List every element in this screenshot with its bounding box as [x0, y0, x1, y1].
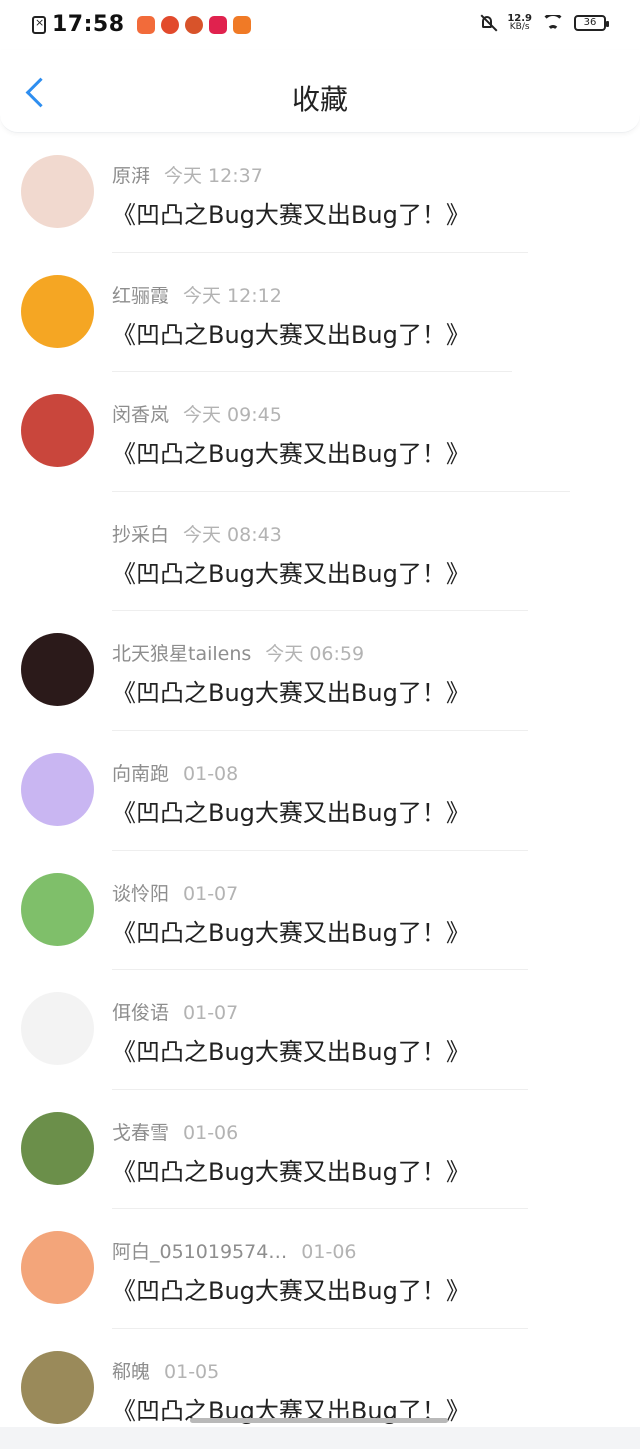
timestamp: 今天 12:37 [164, 165, 263, 187]
status-bar: 17:58 12.9 KB/s 36 [0, 0, 640, 50]
list-item[interactable]: 北天狼星tailens 今天 06:59 《凹凸之Bug大赛又出Bug了！》 [0, 611, 640, 731]
favorites-list: 原湃 今天 12:37 《凹凸之Bug大赛又出Bug了！》 红骊霞 今天 12:12 《凹… [0, 133, 640, 1449]
list-item[interactable]: 佴俊语 01-07 《凹凸之Bug大赛又出Bug了！》 [0, 970, 640, 1090]
list-item[interactable]: 谈怜阳 01-07 《凹凸之Bug大赛又出Bug了！》 [0, 851, 640, 971]
timestamp: 今天 12:12 [183, 284, 282, 307]
app-notification-icon [232, 15, 251, 34]
user-name[interactable]: 抄采白 [112, 524, 169, 546]
avatar[interactable] [21, 513, 94, 587]
avatar[interactable] [21, 633, 94, 707]
list-item[interactable]: 戈春雪 01-06 《凹凸之Bug大赛又出Bug了！》 [0, 1090, 640, 1210]
favorite-content[interactable]: 《凹凸之Bug大赛又出Bug了！》 [112, 315, 470, 350]
list-item[interactable]: 向南跑 01-08 《凹凸之Bug大赛又出Bug了！》 [0, 731, 640, 851]
timestamp: 01-08 [183, 762, 239, 785]
wifi-icon [542, 15, 564, 31]
user-name[interactable]: 北天狼星tailens [112, 643, 251, 665]
timestamp: 01-05 [164, 1360, 220, 1383]
app-notification-icon [136, 15, 155, 34]
user-name[interactable]: 闵香岚 [112, 404, 169, 426]
bell-off-icon [479, 14, 497, 32]
avatar[interactable] [21, 752, 94, 826]
favorite-content[interactable]: 《凹凸之Bug大赛又出Bug了！》 [112, 1152, 470, 1187]
avatar[interactable] [21, 872, 94, 946]
timestamp: 01-06 [183, 1121, 239, 1144]
list-item[interactable]: 郗魄 01-05 《凹凸之Bug大赛又出Bug了！》 [0, 1329, 640, 1449]
status-time: 17:58 [52, 12, 125, 37]
app-notification-icon [160, 15, 179, 34]
timestamp: 01-07 [183, 882, 239, 905]
timestamp: 01-07 [183, 1002, 239, 1025]
user-name[interactable]: 向南跑 [112, 763, 169, 785]
favorite-content[interactable]: 《凹凸之Bug大赛又出Bug了！》 [112, 1032, 470, 1067]
list-item[interactable]: 闵香岚 今天 09:45 《凹凸之Bug大赛又出Bug了！》 [0, 372, 640, 492]
avatar[interactable] [21, 155, 94, 228]
timestamp: 今天 06:59 [265, 643, 365, 666]
page-title: 收藏 [291, 83, 348, 116]
network-speed: 12.9 KB/s [507, 13, 532, 32]
avatar[interactable] [21, 1231, 94, 1305]
timestamp: 01-06 [301, 1241, 357, 1264]
home-indicator[interactable] [190, 1418, 448, 1423]
user-name[interactable]: 郗魄 [112, 1361, 150, 1383]
timestamp: 今天 09:45 [183, 404, 282, 427]
user-name[interactable]: 佴俊语 [112, 1002, 169, 1024]
list-item[interactable]: 抄采白 今天 08:43 《凹凸之Bug大赛又出Bug了！》 [0, 492, 640, 612]
user-name[interactable]: 戈春雪 [112, 1122, 169, 1144]
user-name[interactable]: 谈怜阳 [112, 883, 169, 905]
battery-icon: 36 [574, 15, 609, 31]
favorites-screen: 17:58 12.9 KB/s 36 收藏 原湃今天 12:37 《凹凸之Bug大… [0, 0, 640, 1427]
list-item[interactable]: 原湃 今天 12:37 《凹凸之Bug大赛又出Bug了！》 [0, 133, 640, 253]
favorite-content[interactable]: 《凹凸之Bug大赛又出Bug了！》 [112, 1271, 470, 1306]
user-name[interactable]: 红骊霞 [112, 285, 169, 307]
avatar[interactable] [21, 1350, 94, 1424]
favorite-content[interactable]: 《凹凸之Bug大赛又出Bug了！》 [112, 195, 470, 230]
top-bar: 收藏 [0, 50, 640, 133]
favorite-content[interactable]: 《凹凸之Bug大赛又出Bug了！》 [112, 673, 470, 708]
user-name[interactable]: 阿白_051019574… [112, 1241, 287, 1263]
avatar[interactable] [21, 1111, 94, 1185]
list-item[interactable]: 红骊霞 今天 12:12 《凹凸之Bug大赛又出Bug了！》 [0, 253, 640, 373]
avatar[interactable] [21, 394, 94, 468]
no-sim-icon [32, 15, 46, 34]
favorite-content[interactable]: 《凹凸之Bug大赛又出Bug了！》 [112, 554, 470, 589]
favorite-content[interactable]: 《凹凸之Bug大赛又出Bug了！》 [112, 913, 470, 948]
favorite-content[interactable]: 《凹凸之Bug大赛又出Bug了！》 [112, 434, 470, 469]
avatar[interactable] [21, 274, 94, 348]
list-item[interactable]: 阿白_051019574… 01-06 《凹凸之Bug大赛又出Bug了！》 [0, 1209, 640, 1329]
favorite-content[interactable]: 《凹凸之Bug大赛又出Bug了！》 [112, 793, 470, 828]
timestamp: 今天 08:43 [183, 523, 282, 546]
avatar[interactable] [21, 992, 94, 1066]
app-notification-icon [208, 15, 227, 34]
user-name[interactable]: 原湃 [112, 165, 150, 187]
app-notification-icon [184, 15, 203, 34]
